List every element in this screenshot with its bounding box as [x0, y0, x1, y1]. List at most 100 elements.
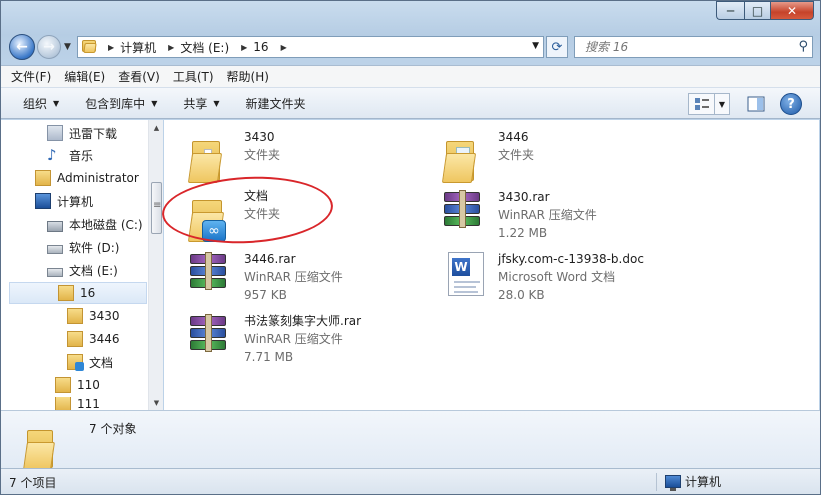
- breadcrumb-separator-icon[interactable]: ▶: [168, 43, 174, 52]
- menu-edit[interactable]: 编辑(E): [64, 68, 105, 85]
- search-box[interactable]: ⚲: [574, 36, 813, 58]
- file-item-3446-rar[interactable]: 3446.rar WinRAR 压缩文件 957 KB: [186, 248, 343, 304]
- search-input[interactable]: [583, 39, 783, 55]
- menu-file[interactable]: 文件(F): [11, 68, 51, 85]
- menu-view[interactable]: 查看(V): [118, 68, 160, 85]
- menu-bar: 文件(F) 编辑(E) 查看(V) 工具(T) 帮助(H): [1, 65, 820, 87]
- recent-pages-dropdown-icon[interactable]: ▼: [64, 42, 71, 52]
- file-list: 3430 文件夹 3446 文件夹 ∞ 文档 文件夹 3430.rar WinR…: [164, 120, 819, 410]
- download-icon: [47, 125, 63, 141]
- back-button[interactable]: ←: [9, 34, 35, 60]
- help-button[interactable]: ?: [780, 93, 802, 115]
- file-type: Microsoft Word 文档: [498, 270, 616, 284]
- view-list-icon: [694, 98, 709, 110]
- file-name: jfsky.com-c-13938-b.doc: [498, 252, 644, 266]
- preview-pane-icon: [747, 96, 765, 112]
- organize-label: 组织: [23, 96, 48, 111]
- file-item-3430[interactable]: 3430 文件夹: [186, 126, 280, 183]
- refresh-button[interactable]: ⟳: [546, 36, 568, 58]
- scroll-down-icon[interactable]: ▼: [149, 395, 164, 410]
- word-doc-icon: W: [440, 248, 490, 300]
- file-size: 1.22 MB: [498, 226, 548, 240]
- file-name: 3446: [498, 130, 529, 144]
- chevron-down-icon: ▼: [151, 98, 158, 108]
- tree-item-label: 音乐: [69, 148, 94, 163]
- tree-item-3430[interactable]: 3430: [67, 305, 120, 327]
- file-item-3430-rar[interactable]: 3430.rar WinRAR 压缩文件 1.22 MB: [440, 186, 597, 242]
- maximize-button[interactable]: □: [744, 1, 770, 20]
- tree-item-3446[interactable]: 3446: [67, 328, 120, 350]
- share-label: 共享: [183, 96, 208, 111]
- file-size: 957 KB: [244, 288, 287, 302]
- menu-tools[interactable]: 工具(T): [173, 68, 214, 85]
- forward-button[interactable]: →: [37, 35, 61, 59]
- organize-button[interactable]: 组织 ▼: [23, 95, 59, 112]
- file-name: 3446.rar: [244, 252, 296, 266]
- breadcrumb-separator-icon[interactable]: ▶: [108, 43, 114, 52]
- status-divider: [656, 473, 657, 491]
- new-folder-button[interactable]: 新建文件夹: [246, 95, 306, 112]
- breadcrumb-computer[interactable]: 计算机: [120, 39, 156, 56]
- file-name: 书法篆刻集字大师.rar: [244, 314, 362, 328]
- folder-icon: [186, 126, 236, 183]
- change-view-button[interactable]: [688, 93, 714, 115]
- tree-item-drive-d[interactable]: 软件 (D:): [47, 236, 119, 258]
- file-size: 28.0 KB: [498, 288, 545, 302]
- navigation-pane-scrollbar[interactable]: ▲ ▼: [148, 120, 163, 410]
- tree-item-docs[interactable]: 文档: [67, 351, 113, 373]
- scrollbar-thumb[interactable]: [151, 182, 162, 234]
- explorer-window: ─ □ ✕ ← → ▼ ▶ 计算机 ▶ 文档 (E:) ▶ 16 ▶ ▼ ⟳ ⚲: [0, 0, 821, 495]
- music-icon: ♪: [47, 146, 57, 164]
- menu-help[interactable]: 帮助(H): [227, 68, 269, 85]
- preview-pane-button[interactable]: [744, 93, 768, 115]
- tree-item-110[interactable]: 110: [55, 374, 100, 396]
- folder-icon: [55, 377, 71, 393]
- view-controls: ▼ ?: [684, 93, 802, 115]
- folder-icon: [67, 331, 83, 347]
- cloud-folder-icon: [67, 354, 84, 371]
- file-item-3446[interactable]: 3446 文件夹: [440, 126, 534, 183]
- file-name: 3430: [244, 130, 275, 144]
- computer-icon: [665, 475, 681, 491]
- tree-item-administrator[interactable]: Administrator: [35, 167, 139, 189]
- navigation-pane: 迅雷下载 ♪ 音乐 Administrator 计算机 本地磁盘 (C:) 软件…: [1, 120, 163, 410]
- item-count: 7 个项目: [9, 475, 57, 490]
- breadcrumb-16[interactable]: 16: [253, 40, 268, 54]
- caption-buttons: ─ □ ✕: [716, 1, 814, 20]
- tree-item-computer[interactable]: 计算机: [35, 190, 93, 212]
- computer-icon: [35, 193, 51, 209]
- tree-item-music[interactable]: ♪ 音乐: [47, 144, 93, 166]
- share-button[interactable]: 共享 ▼: [183, 95, 219, 112]
- breadcrumb-separator-icon[interactable]: ▶: [241, 43, 247, 52]
- file-type: WinRAR 压缩文件: [244, 332, 343, 346]
- tree-item-16-selected[interactable]: 16: [9, 282, 147, 304]
- folder-icon: [58, 285, 74, 301]
- file-item-word-doc[interactable]: W jfsky.com-c-13938-b.doc Microsoft Word…: [440, 248, 644, 304]
- close-button[interactable]: ✕: [770, 1, 814, 20]
- address-history-dropdown-icon[interactable]: ▼: [532, 41, 539, 51]
- system-drive-icon: [47, 220, 63, 232]
- breadcrumb-separator-icon[interactable]: ▶: [281, 43, 287, 52]
- file-item-calligraphy-rar[interactable]: 书法篆刻集字大师.rar WinRAR 压缩文件 7.71 MB: [186, 310, 361, 366]
- search-icon[interactable]: ⚲: [798, 39, 808, 54]
- tree-item-drive-e[interactable]: 文档 (E:): [47, 259, 118, 281]
- tree-item-label: 110: [77, 378, 100, 392]
- drive-icon: [47, 245, 63, 254]
- status-location: 计算机: [665, 473, 721, 491]
- file-size: 7.71 MB: [244, 350, 294, 364]
- file-type: WinRAR 压缩文件: [244, 270, 343, 284]
- include-in-library-button[interactable]: 包含到库中 ▼: [85, 95, 157, 112]
- navigation-bar: ← → ▼ ▶ 计算机 ▶ 文档 (E:) ▶ 16 ▶ ▼ ⟳ ⚲: [7, 33, 813, 61]
- chevron-down-icon: ▼: [213, 98, 220, 108]
- winrar-icon: [440, 186, 490, 238]
- folder-icon: [440, 126, 490, 183]
- breadcrumb-drive-e[interactable]: 文档 (E:): [180, 39, 229, 56]
- view-options-dropdown[interactable]: ▼: [714, 93, 730, 115]
- tree-item-111[interactable]: 111: [55, 397, 100, 410]
- tree-item-drive-c[interactable]: 本地磁盘 (C:): [47, 213, 143, 235]
- scroll-up-icon[interactable]: ▲: [149, 120, 164, 135]
- minimize-button[interactable]: ─: [716, 1, 744, 20]
- tree-item-thunder-download[interactable]: 迅雷下载: [47, 122, 117, 144]
- address-bar[interactable]: ▶ 计算机 ▶ 文档 (E:) ▶ 16 ▶ ▼: [77, 36, 544, 58]
- selection-count: 7 个对象: [89, 422, 137, 436]
